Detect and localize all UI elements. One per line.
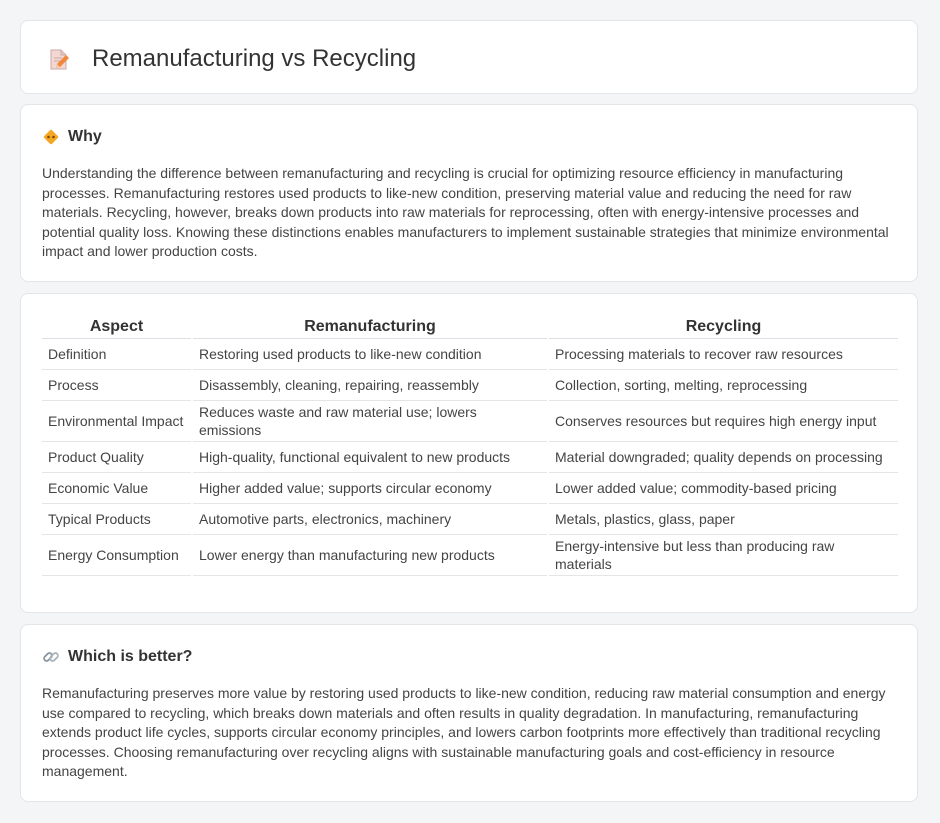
header-remanufacturing: Remanufacturing <box>191 316 548 339</box>
table-cell: Collection, sorting, melting, reprocessi… <box>547 369 898 401</box>
diamond-warning-icon <box>42 128 60 146</box>
table-cell: Conserves resources but requires high en… <box>547 400 898 442</box>
header-aspect: Aspect <box>42 316 192 339</box>
table-cell: Reduces waste and raw material use; lowe… <box>191 400 548 442</box>
table-cell: Energy-intensive but less than producing… <box>547 534 898 576</box>
table-cell: Higher added value; supports circular ec… <box>191 472 548 504</box>
header-recycling: Recycling <box>547 316 898 339</box>
table-row: Typical Products Automotive parts, elect… <box>42 503 898 535</box>
better-heading: Which is better? <box>42 647 192 667</box>
comparison-table: Aspect Remanufacturing Recycling Definit… <box>42 316 898 576</box>
table-cell: Metals, plastics, glass, paper <box>547 503 898 535</box>
table-row: Process Disassembly, cleaning, repairing… <box>42 369 898 401</box>
table-cell: Automotive parts, electronics, machinery <box>191 503 548 535</box>
table-row: Energy Consumption Lower energy than man… <box>42 534 898 576</box>
table-cell: Processing materials to recover raw reso… <box>547 338 898 370</box>
table-cell: Product Quality <box>42 441 192 473</box>
table-cell: Definition <box>42 338 192 370</box>
better-title: Which is better? <box>68 648 193 665</box>
document-pencil-icon <box>47 48 71 72</box>
table-cell: High-quality, functional equivalent to n… <box>191 441 548 473</box>
table-row: Environmental Impact Reduces waste and r… <box>42 400 898 442</box>
table-cell: Process <box>42 369 192 401</box>
table-row: Definition Restoring used products to li… <box>42 338 898 370</box>
table-header-row: Aspect Remanufacturing Recycling <box>42 316 898 339</box>
why-title: Why <box>68 128 102 145</box>
table-cell: Restoring used products to like-new cond… <box>191 338 548 370</box>
link-icon <box>42 648 60 666</box>
table-cell: Disassembly, cleaning, repairing, reasse… <box>191 369 548 401</box>
why-heading: Why <box>42 127 102 147</box>
table-cell: Environmental Impact <box>42 400 192 442</box>
header-card: Remanufacturing vs Recycling <box>20 20 918 94</box>
table-row: Economic Value Higher added value; suppo… <box>42 472 898 504</box>
comparison-section: Aspect Remanufacturing Recycling Definit… <box>20 293 918 613</box>
table-cell: Economic Value <box>42 472 192 504</box>
better-text: Remanufacturing preserves more value by … <box>42 685 886 779</box>
table-row: Product Quality High-quality, functional… <box>42 441 898 473</box>
table-cell: Lower energy than manufacturing new prod… <box>191 534 548 576</box>
table-cell: Lower added value; commodity-based prici… <box>547 472 898 504</box>
which-is-better-section: Which is better? Remanufacturing preserv… <box>20 624 918 802</box>
why-section: Why Understanding the difference between… <box>20 104 918 282</box>
why-text: Understanding the difference between rem… <box>42 165 889 259</box>
table-cell: Typical Products <box>42 503 192 535</box>
table-cell: Energy Consumption <box>42 534 192 576</box>
page-title: Remanufacturing vs Recycling <box>92 45 417 72</box>
table-cell: Material downgraded; quality depends on … <box>547 441 898 473</box>
